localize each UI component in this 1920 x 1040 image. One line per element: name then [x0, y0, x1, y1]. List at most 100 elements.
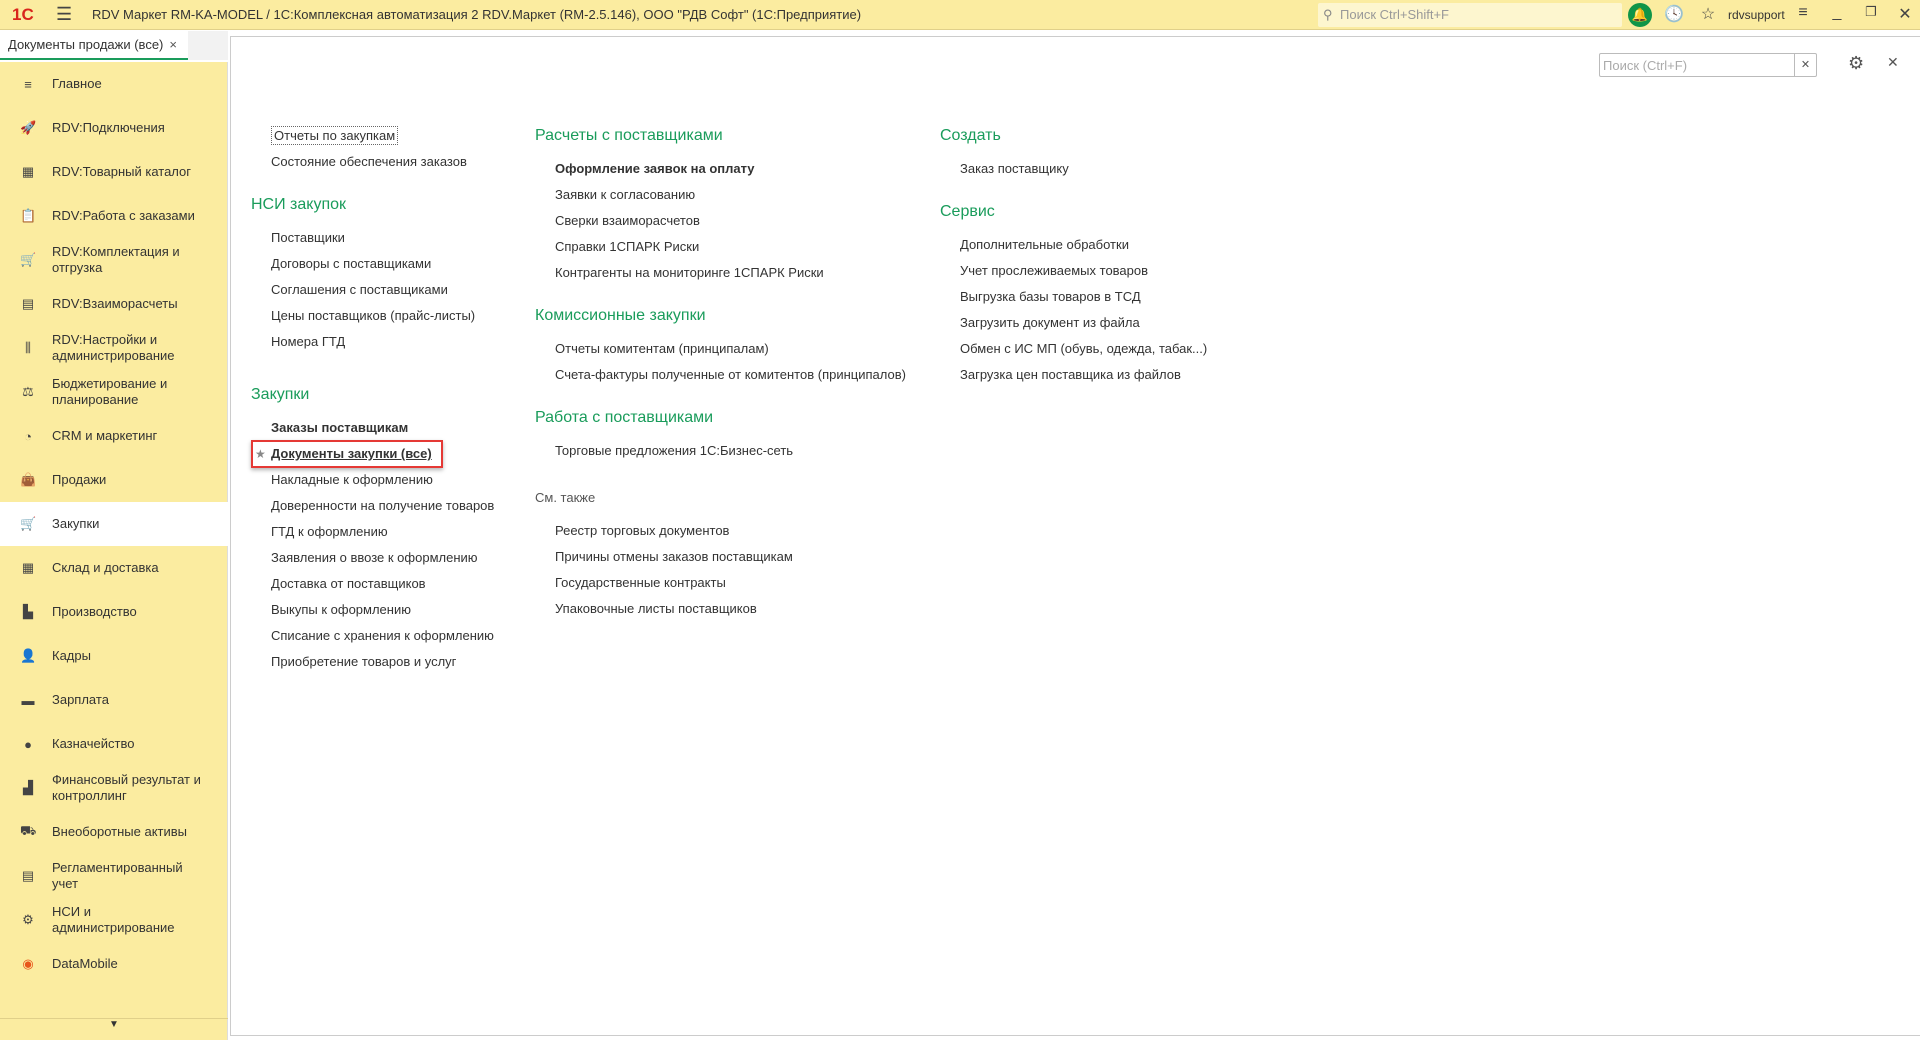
sidebar-item[interactable]: 👜 Продажи — [0, 458, 228, 502]
nav-link[interactable]: Состояние обеспечения заказов — [251, 149, 494, 175]
nav-link[interactable]: Обмен с ИС МП (обувь, одежда, табак...) — [940, 336, 1207, 362]
datamobile-icon: ◉ — [22, 956, 34, 971]
nav-link[interactable]: Государственные контракты — [535, 570, 906, 596]
favorites-star-icon[interactable]: ☆ — [1697, 4, 1719, 24]
sidebar-item[interactable]: ⚖ Бюджетирование и планирование — [0, 370, 228, 414]
nav-link-label: Сверки взаиморасчетов — [555, 213, 700, 228]
nav-link-label: Списание с хранения к оформлению — [271, 628, 494, 643]
close-window-icon[interactable]: ✕ — [1894, 4, 1916, 24]
sidebar-item[interactable]: ▙ Производство — [0, 590, 228, 634]
sidebar-item[interactable]: ▦ Склад и доставка — [0, 546, 228, 590]
nav-link[interactable]: Загрузка цен поставщика из файлов — [940, 362, 1207, 388]
nav-link[interactable]: Выкупы к оформлению — [251, 597, 494, 623]
nav-link[interactable]: Контрагенты на мониторинге 1СПАРК Риски — [535, 260, 906, 286]
tab-label: Документы продажи (все) — [8, 37, 164, 52]
nav-link[interactable]: Учет прослеживаемых товаров — [940, 258, 1207, 284]
budget-icon: ⚖ — [22, 384, 34, 399]
sidebar-item[interactable]: ▦ RDV:Товарный каталог — [0, 150, 228, 194]
sidebar-item[interactable]: ◉ DataMobile — [0, 942, 228, 986]
title-bar: 1С ☰ RDV Маркет RM-KA-MODEL / 1С:Комплек… — [0, 0, 1920, 30]
nav-link[interactable]: Отчеты комитентам (принципалам) — [535, 336, 906, 362]
sidebar-item[interactable]: 🚀 RDV:Подключения — [0, 106, 228, 150]
nav-link[interactable]: Торговые предложения 1С:Бизнес-сеть — [535, 438, 906, 464]
sidebar-item[interactable]: ▤ RDV:Взаиморасчеты — [0, 282, 228, 326]
history-icon[interactable]: 🕓 — [1663, 4, 1685, 24]
nav-link[interactable]: Оформление заявок на оплату — [535, 156, 906, 182]
minimize-icon[interactable]: _ — [1826, 4, 1848, 22]
nav-link[interactable]: Приобретение товаров и услуг — [251, 649, 494, 675]
nav-link[interactable]: Договоры с поставщиками — [251, 251, 494, 277]
nav-link[interactable]: ★ Документы закупки (все) — [251, 440, 494, 468]
sidebar-item[interactable]: ▬ Зарплата — [0, 678, 228, 722]
notifications-bell-icon[interactable]: 🔔 — [1628, 3, 1652, 27]
sidebar-item[interactable]: ▤ Регламентированный учет — [0, 854, 228, 898]
settings-menu-icon[interactable]: ≡ — [1792, 4, 1814, 22]
person-icon: 👤 — [20, 648, 37, 663]
close-panel-icon[interactable]: ✕ — [1887, 54, 1899, 71]
nav-link[interactable]: Заявления о ввозе к оформлению — [251, 545, 494, 571]
chart-icon: ▟ — [23, 780, 33, 795]
nav-link[interactable]: Упаковочные листы поставщиков — [535, 596, 906, 622]
nav-link[interactable]: Загрузить документ из файла — [940, 310, 1207, 336]
tab-sales-documents[interactable]: Документы продажи (все) × — [0, 31, 188, 60]
pie-icon: ◔ — [24, 428, 32, 444]
sidebar-item[interactable]: 🛒 RDV:Комплектация и отгрузка — [0, 238, 228, 282]
1c-logo: 1С — [12, 4, 34, 24]
sidebar-item-label: Внеоборотные активы — [52, 824, 188, 839]
sidebar-item[interactable]: ⛟ Внеоборотные активы — [0, 810, 228, 854]
sidebar-item[interactable]: 🛒 Закупки — [0, 502, 228, 546]
nav-link[interactable]: Заказы поставщикам — [251, 415, 494, 441]
nav-link-label: Счета-фактуры полученные от комитентов (… — [555, 367, 906, 382]
sidebar-item[interactable]: ⫼ RDV:Настройки и администрирование — [0, 326, 228, 370]
nav-link[interactable]: Справки 1СПАРК Риски — [535, 234, 906, 260]
nav-link[interactable]: Заявки к согласованию — [535, 182, 906, 208]
column-3: Создать Заказ поставщику Сервис Дополнитель… — [940, 116, 1207, 388]
sections-sidebar: ≡ Главное 🚀 RDV:Подключения ▦ RDV:Товарный ка… — [0, 62, 228, 1040]
nav-link-label: Загрузка цен поставщика из файлов — [960, 367, 1181, 382]
nav-link-label: Упаковочные листы поставщиков — [555, 601, 757, 616]
grid-icon: ▦ — [21, 164, 35, 179]
nav-link[interactable]: Номера ГТД — [251, 329, 494, 355]
nav-link[interactable]: Накладные к оформлению — [251, 467, 494, 493]
nav-link[interactable]: Отчеты по закупкам — [251, 123, 494, 149]
nav-link[interactable]: Заказ поставщику — [940, 156, 1207, 182]
truck-icon: ⛟ — [20, 823, 37, 838]
nav-link-label: Соглашения с поставщиками — [271, 282, 448, 297]
nav-link-label: Дополнительные обработки — [960, 237, 1129, 252]
favorite-star-icon[interactable]: ★ — [255, 441, 266, 467]
nav-link[interactable]: Поставщики — [251, 225, 494, 251]
nav-link[interactable]: Цены поставщиков (прайс-листы) — [251, 303, 494, 329]
nav-link-label: Учет прослеживаемых товаров — [960, 263, 1149, 278]
sidebar-item-label: Главное — [52, 76, 102, 91]
sidebar-item[interactable]: ≡ Главное — [0, 62, 228, 106]
sidebar-item[interactable]: 👤 Кадры — [0, 634, 228, 678]
nav-link[interactable]: ГТД к оформлению — [251, 519, 494, 545]
nav-link[interactable]: Причины отмены заказов поставщикам — [535, 544, 906, 570]
nav-link[interactable]: Соглашения с поставщиками — [251, 277, 494, 303]
sidebar-item[interactable]: ⚙ НСИ и администрирование — [0, 898, 228, 942]
nav-link[interactable]: Списание с хранения к оформлению — [251, 623, 494, 649]
nav-link[interactable]: Выгрузка базы товаров в ТСД — [940, 284, 1207, 310]
main-menu-icon[interactable]: ☰ — [56, 4, 86, 25]
nav-link[interactable]: Сверки взаиморасчетов — [535, 208, 906, 234]
sidebar-item[interactable]: ◔ CRM и маркетинг — [0, 414, 228, 458]
sidebar-item[interactable]: ▟ Финансовый результат и контроллинг — [0, 766, 228, 810]
nav-link[interactable]: Доставка от поставщиков — [251, 571, 494, 597]
nav-link-label: Доставка от поставщиков — [271, 576, 426, 591]
nav-link[interactable]: Счета-фактуры полученные от комитентов (… — [535, 362, 906, 388]
nav-link[interactable]: Дополнительные обработки — [940, 232, 1207, 258]
nav-link[interactable]: Доверенности на получение товаров — [251, 493, 494, 519]
sidebar-item[interactable]: 📋 RDV:Работа с заказами — [0, 194, 228, 238]
gear-icon[interactable]: ⚙ — [1848, 53, 1864, 74]
window-title: RDV Маркет RM-KA-MODEL / 1С:Комплексная … — [92, 7, 862, 22]
clear-search-icon[interactable]: ✕ — [1794, 54, 1816, 76]
sidebar-item[interactable]: ● Казначейство — [0, 722, 228, 766]
close-tab-icon[interactable]: × — [169, 37, 177, 52]
restore-icon[interactable]: ❐ — [1860, 4, 1882, 20]
global-search-input[interactable]: ⚲ Поиск Ctrl+Shift+F — [1318, 3, 1622, 27]
scroll-down-icon[interactable]: ▼ — [0, 1018, 228, 1040]
nav-link[interactable]: Реестр торговых документов — [535, 518, 906, 544]
panel-search-input[interactable]: Поиск (Ctrl+F) ✕ — [1599, 53, 1817, 77]
sidebar-item-label: Закупки — [52, 516, 100, 531]
user-name[interactable]: rdvsupport — [1728, 8, 1785, 22]
